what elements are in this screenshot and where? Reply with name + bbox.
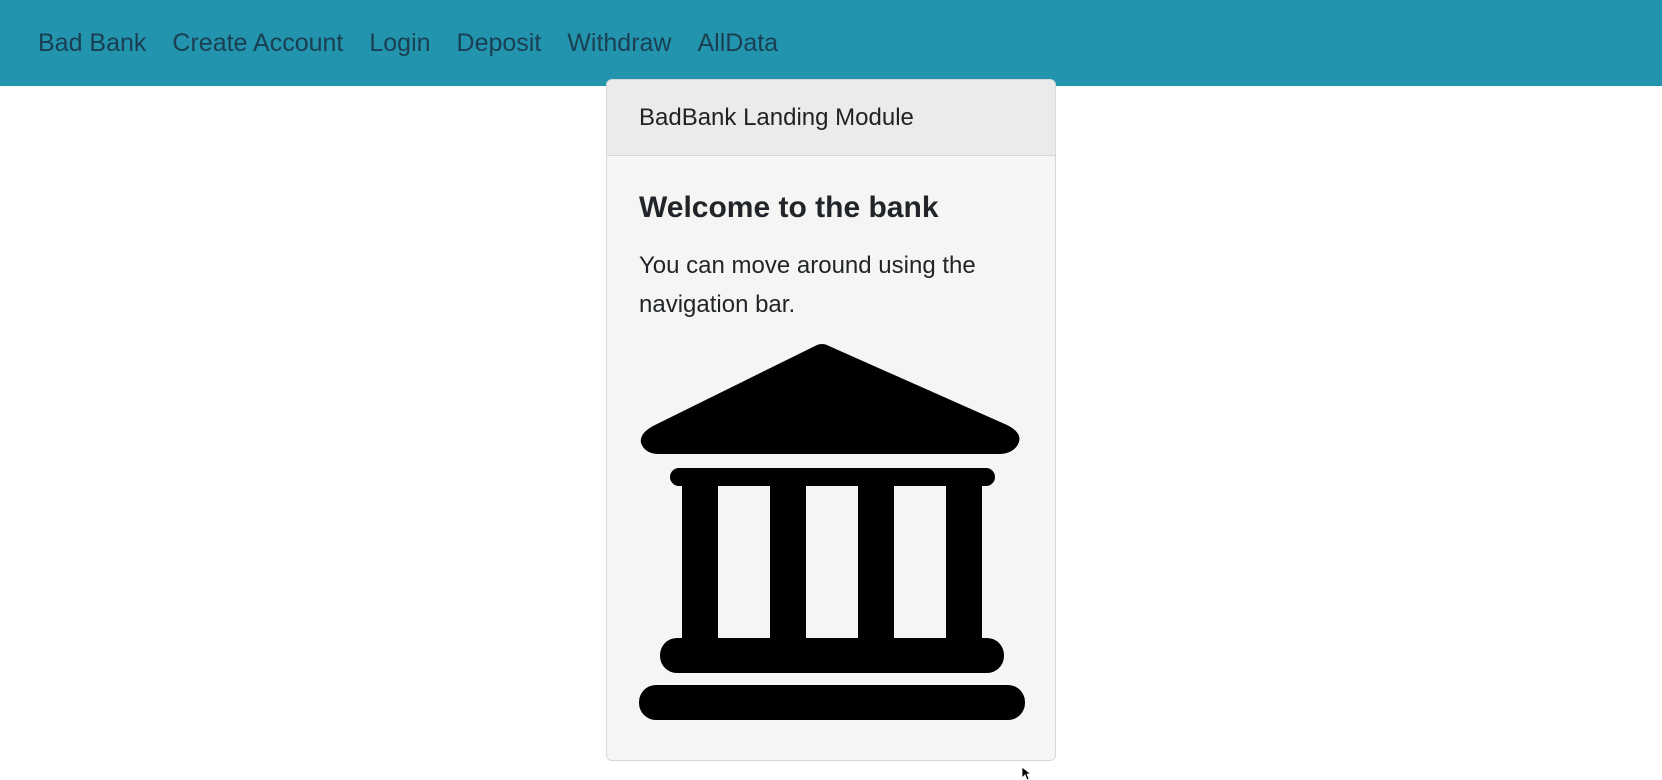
bank-column-2: [770, 480, 806, 640]
nav-link-login[interactable]: Login: [369, 29, 430, 58]
nav-link-alldata[interactable]: AllData: [697, 29, 778, 58]
card-title: Welcome to the bank: [639, 191, 939, 224]
bank-roof-shape: [640, 344, 1020, 454]
nav-link-deposit[interactable]: Deposit: [457, 29, 542, 58]
nav-link-create-account[interactable]: Create Account: [172, 29, 343, 58]
bank-building-icon: [639, 344, 1025, 720]
mouse-cursor-icon: [1021, 767, 1033, 780]
nav-brand-link[interactable]: Bad Bank: [38, 29, 146, 58]
bank-column-3: [858, 480, 894, 640]
bank-base-lower: [639, 685, 1025, 720]
bank-column-4: [946, 480, 982, 640]
page: Bad Bank Create Account Login Deposit Wi…: [0, 0, 1662, 780]
card-text: You can move around using the navigation…: [639, 252, 976, 318]
nav-link-withdraw[interactable]: Withdraw: [567, 29, 671, 58]
navbar: Bad Bank Create Account Login Deposit Wi…: [0, 0, 1662, 86]
bank-base-upper: [660, 638, 1004, 673]
landing-card: BadBank Landing Module Welcome to the ba…: [606, 79, 1056, 761]
card-header: BadBank Landing Module: [607, 80, 1055, 156]
bank-column-1: [682, 480, 718, 640]
card-body: Welcome to the bank You can move around …: [607, 190, 1055, 324]
